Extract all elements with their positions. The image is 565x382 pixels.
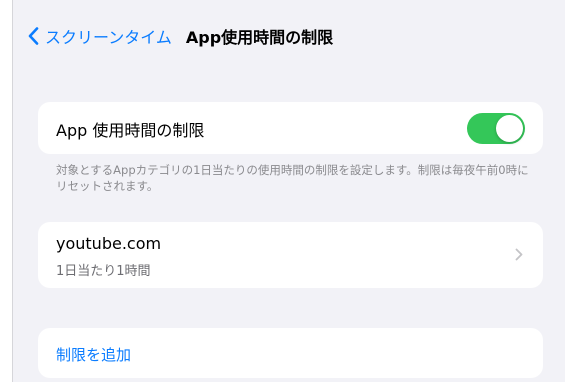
- add-limit-row[interactable]: 制限を追加: [38, 328, 543, 378]
- app-limits-toggle-label: App 使用時間の制限: [56, 121, 205, 140]
- app-limits-toggle[interactable]: [467, 113, 525, 144]
- chevron-right-icon: [515, 248, 523, 261]
- app-limits-toggle-row: App 使用時間の制限: [38, 102, 543, 154]
- navigation-bar: スクリーンタイム App使用時間の制限: [28, 22, 333, 50]
- add-limit-button[interactable]: 制限を追加: [56, 344, 131, 365]
- toggle-knob: [496, 115, 523, 142]
- back-button-label: スクリーンタイム: [45, 28, 172, 47]
- back-button[interactable]: スクリーンタイム: [28, 24, 172, 48]
- sidebar-edge: [0, 0, 13, 382]
- limit-row-youtube[interactable]: youtube.com 1日当たり1時間: [38, 222, 543, 288]
- page-title: App使用時間の制限: [185, 28, 334, 47]
- limit-detail: 1日当たり1時間: [56, 264, 151, 279]
- chevron-left-icon: [28, 27, 39, 45]
- app-limits-footnote: 対象とするAppカテゴリの1日当たりの使用時間の制限を設定します。制限は毎夜午前…: [56, 163, 529, 193]
- limit-app-name: youtube.com: [56, 234, 162, 253]
